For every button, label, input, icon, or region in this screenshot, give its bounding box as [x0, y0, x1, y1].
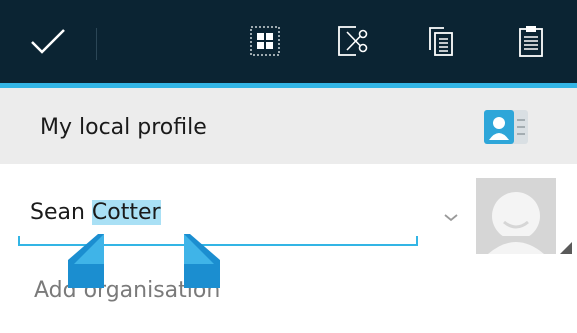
- select-all-button[interactable]: [228, 0, 298, 83]
- select-all-icon: [250, 26, 280, 56]
- name-first: Sean: [30, 200, 92, 225]
- action-bar: [0, 0, 577, 83]
- action-bar-divider: [96, 28, 97, 60]
- clipboard-icon: [519, 26, 543, 57]
- copy-button[interactable]: [404, 0, 474, 83]
- profile-title: My local profile: [40, 115, 207, 140]
- checkmark-icon: [31, 29, 65, 54]
- done-button[interactable]: [0, 0, 96, 83]
- cut-button[interactable]: [316, 0, 386, 83]
- selection-handle-left[interactable]: [68, 234, 108, 294]
- name-field-underline-left-tick: [18, 236, 20, 246]
- name-field-underline-right-tick: [416, 236, 418, 246]
- profile-header: My local profile: [0, 88, 577, 164]
- scissors-icon: [338, 26, 368, 56]
- name-field[interactable]: Sean Cotter: [30, 200, 161, 225]
- copy-icon: [429, 27, 453, 56]
- paste-button[interactable]: [494, 0, 564, 83]
- contact-photo-placeholder[interactable]: [476, 178, 576, 270]
- name-selected-text: Cotter: [91, 200, 161, 225]
- contact-card-icon[interactable]: [482, 108, 530, 146]
- chevron-down-icon[interactable]: [438, 204, 464, 230]
- selection-handle-right[interactable]: [180, 234, 220, 294]
